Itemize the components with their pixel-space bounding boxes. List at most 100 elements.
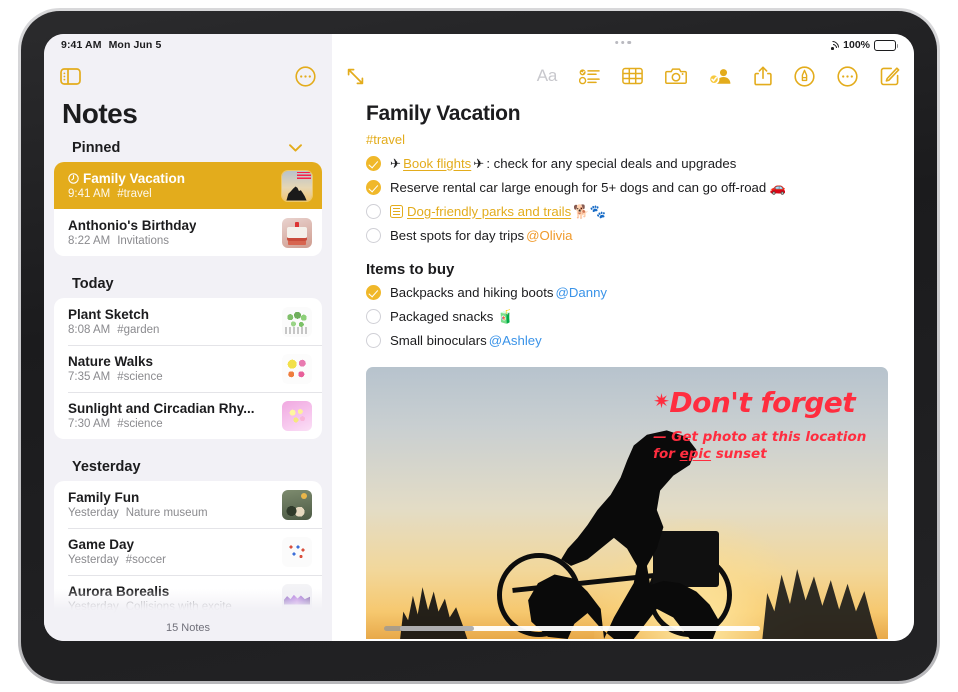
note-heading: Family Vacation: [366, 102, 521, 125]
checkbox-unchecked[interactable]: [366, 309, 381, 325]
checklist-text: Backpacks and hiking boots: [390, 285, 554, 301]
section-header-yesterday: Yesterday: [54, 453, 322, 481]
checkbox-checked[interactable]: [366, 155, 381, 171]
note-title: Aurora Borealis: [68, 584, 170, 599]
checkbox-unchecked[interactable]: [366, 227, 381, 243]
notes-count-label: 15 Notes: [44, 615, 332, 641]
list-item[interactable]: Family Vacation 9:41 AM #travel: [54, 162, 322, 209]
note-detail: Collisions with excite: [125, 601, 232, 613]
dog-friendly-parks-link[interactable]: Dog-friendly parks and trails: [407, 202, 571, 221]
annotation-headline: Don't forget: [669, 385, 856, 419]
checklist-item[interactable]: Small binoculars @Ashley: [366, 329, 888, 353]
list-item[interactable]: Sunlight and Circadian Rhy... 7:30 AM #s…: [54, 392, 322, 439]
note-group-pinned: Family Vacation 9:41 AM #travel Anthonio…: [54, 162, 322, 256]
note-title: Game Day: [68, 537, 135, 552]
dog-paw-icon: 🐕🐾: [573, 203, 607, 219]
airplane-icon: ✈: [473, 155, 485, 171]
note-title: Nature Walks: [68, 354, 154, 369]
checklist-item[interactable]: Backpacks and hiking boots @Danny: [366, 281, 888, 305]
list-item[interactable]: Nature Walks 7:35 AM #science: [54, 345, 322, 392]
camera-button[interactable]: [665, 67, 687, 85]
list-item[interactable]: Aurora Borealis Yesterday Collisions wit…: [54, 575, 322, 615]
ipad-device-frame: 9:41 AM Mon Jun 5 100% Notes Pinned Fami…: [18, 8, 940, 684]
note-title: Family Fun: [68, 490, 140, 505]
document-link-icon: [390, 204, 403, 218]
checklist-text: : check for any special deals and upgrad…: [486, 155, 737, 171]
notes-sidebar: Notes Pinned Family Vacation 9:41 AM #tr…: [44, 34, 332, 641]
expand-diagonal-icon[interactable]: [346, 67, 365, 86]
note-time: 8:08 AM: [68, 324, 111, 336]
checklist-item[interactable]: Best spots for day trips @Olivia: [366, 223, 888, 247]
note-title: Plant Sketch: [68, 307, 150, 322]
note-title: Anthonio's Birthday: [68, 218, 197, 233]
checkbox-unchecked[interactable]: [366, 203, 381, 219]
annotation-line-b-post: sunset: [711, 446, 767, 463]
note-thumbnail: [282, 536, 312, 567]
note-thumbnail: [282, 583, 312, 614]
checklist-item[interactable]: Dog-friendly parks and trails 🐕🐾: [366, 199, 888, 223]
horizontal-scroll-indicator[interactable]: [384, 625, 760, 631]
ipad-screen: 9:41 AM Mon Jun 5 100% Notes Pinned Fami…: [44, 34, 914, 641]
note-thumbnail: [282, 217, 312, 248]
handwritten-annotation: ✷Don't forget — Get photo at this locati…: [653, 385, 867, 464]
list-item[interactable]: Plant Sketch 8:08 AM #garden: [54, 298, 322, 345]
list-item[interactable]: Game Day Yesterday #soccer: [54, 528, 322, 575]
note-thumbnail: [282, 306, 312, 337]
list-item[interactable]: Anthonio's Birthday 8:22 AM Invitations: [54, 209, 322, 256]
checkbox-checked[interactable]: [366, 285, 381, 301]
note-title: Family Vacation: [83, 171, 186, 186]
cyclist-sunset-photo[interactable]: ✷Don't forget — Get photo at this locati…: [366, 366, 888, 639]
note-detail: #travel: [117, 188, 152, 200]
note-time: Yesterday: [68, 554, 119, 566]
annotation-emphasis: epic: [679, 446, 712, 463]
more-options-button[interactable]: [837, 65, 858, 87]
section-header-pinned[interactable]: Pinned: [54, 134, 322, 162]
star-glyph: ✷: [653, 388, 670, 413]
checkbox-checked[interactable]: [366, 179, 381, 195]
checklist-item[interactable]: Packaged snacks 🧃: [366, 305, 888, 329]
note-time: 7:35 AM: [68, 371, 111, 383]
bike-rack-bag: [653, 530, 720, 587]
markup-pen-button[interactable]: [794, 65, 815, 87]
section-title: Pinned: [72, 140, 121, 156]
section-title: Yesterday: [72, 459, 141, 475]
note-content[interactable]: Family Vacation #travel ✈ Book flights ✈…: [332, 96, 914, 641]
ellipsis-circle-icon[interactable]: [295, 65, 316, 87]
compose-note-button[interactable]: [880, 66, 900, 86]
note-thumbnail: [282, 170, 312, 201]
note-thumbnail: [282, 400, 312, 431]
note-time: 8:22 AM: [68, 235, 111, 247]
format-text-button[interactable]: Aa: [537, 66, 558, 86]
note-hashtag[interactable]: #travel: [366, 132, 888, 147]
collaborate-button[interactable]: [709, 67, 732, 85]
toolbar-actions: Aa: [537, 65, 900, 87]
sidebar-toolbar: [44, 56, 332, 96]
checklist-text: Small binoculars: [390, 333, 487, 349]
note-time: Yesterday: [68, 601, 119, 613]
book-flights-link[interactable]: Book flights: [403, 154, 471, 173]
checkbox-unchecked[interactable]: [366, 333, 381, 349]
note-time: Yesterday: [68, 507, 119, 519]
note-title: Sunlight and Circadian Rhy...: [68, 401, 255, 416]
sidebar-toggle-icon[interactable]: [60, 67, 81, 85]
note-time: 9:41 AM: [68, 188, 111, 200]
mention-danny[interactable]: @Danny: [555, 283, 607, 302]
chevron-down-icon[interactable]: [289, 140, 302, 156]
checklist-button[interactable]: [579, 68, 600, 85]
checklist-text: Reserve rental car large enough for 5+ d…: [390, 179, 787, 195]
note-thumbnail: [282, 489, 312, 520]
mention-olivia[interactable]: @Olivia: [526, 226, 572, 245]
device-bezel: 9:41 AM Mon Jun 5 100% Notes Pinned Fami…: [21, 11, 937, 681]
checklist-item[interactable]: ✈ Book flights ✈ : check for any special…: [366, 151, 888, 175]
checklist-text: Best spots for day trips: [390, 227, 525, 243]
table-button[interactable]: [622, 67, 643, 85]
mention-ashley[interactable]: @Ashley: [489, 331, 542, 350]
checklist-item[interactable]: Reserve rental car large enough for 5+ d…: [366, 175, 888, 199]
share-button[interactable]: [754, 66, 772, 86]
window-drag-handle[interactable]: [615, 41, 631, 45]
page-title: Notes: [62, 98, 138, 129]
note-time: 7:30 AM: [68, 418, 111, 430]
annotation-line-a: — Get photo at this location: [653, 428, 867, 445]
list-item[interactable]: Family Fun Yesterday Nature museum: [54, 481, 322, 528]
notes-list-scroll[interactable]: Pinned Family Vacation 9:41 AM #travel A…: [44, 134, 332, 615]
